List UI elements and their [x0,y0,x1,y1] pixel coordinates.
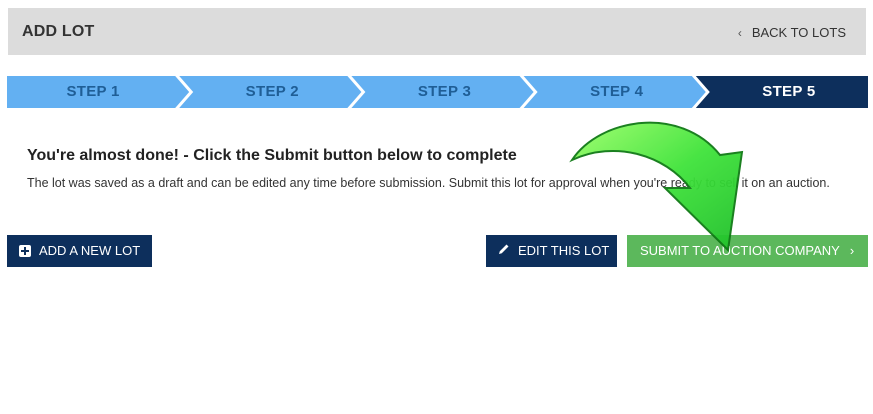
page-title: ADD LOT [22,23,95,40]
step-label-2: STEP 2 [245,83,299,100]
page-header: ADD LOT ‹ BACK TO LOTS [8,8,866,55]
back-to-lots-label: BACK TO LOTS [751,25,846,40]
chevron-right-icon: › [849,243,855,258]
add-new-lot-label: ADD A NEW LOT [39,243,141,258]
edit-lot-label: EDIT THIS LOT [518,243,610,258]
submit-label: SUBMIT TO AUCTION COMPANY [640,243,840,258]
pencil-icon [498,235,510,267]
completion-title: You're almost done! - Click the Submit b… [27,147,517,164]
add-new-lot-button[interactable]: ADD A NEW LOT [7,235,152,267]
edit-lot-button[interactable]: EDIT THIS LOT [486,235,617,267]
plus-square-icon [19,245,31,257]
submit-to-auction-button[interactable]: SUBMIT TO AUCTION COMPANY › [627,235,868,267]
step-progress-bar: STEP 1 STEP 2 STEP 3 STEP 4 STEP 5 [7,76,868,108]
step-label-5: STEP 5 [762,83,816,100]
completion-description: The lot was saved as a draft and can be … [27,176,830,190]
step-label-3: STEP 3 [417,83,472,100]
step-label-1: STEP 1 [66,83,120,100]
chevron-left-icon: ‹ [737,25,742,40]
back-to-lots-link[interactable]: ‹ BACK TO LOTS [738,25,846,40]
step-label-4: STEP 4 [590,83,644,100]
